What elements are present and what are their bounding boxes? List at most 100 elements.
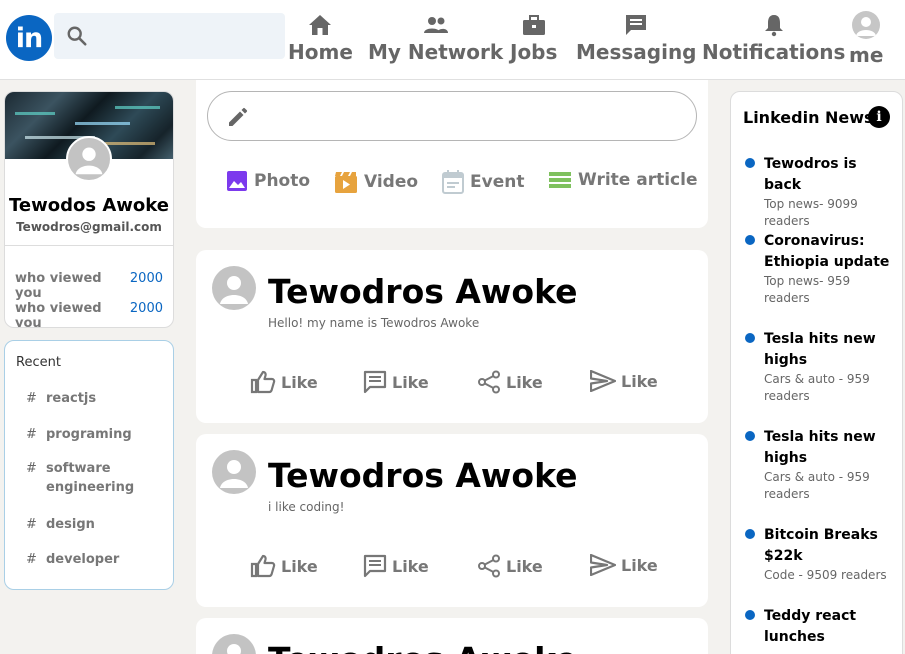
- profile-avatar[interactable]: [66, 136, 112, 182]
- event-icon: [442, 170, 464, 194]
- nav-home[interactable]: Home: [288, 12, 353, 66]
- share-icon: [478, 370, 500, 394]
- send-icon: [590, 370, 616, 392]
- stat-value: 2000: [129, 301, 163, 316]
- like-label: Like: [506, 372, 543, 392]
- recent-tag-item[interactable]: # software engineering: [26, 459, 136, 497]
- like-label: Like: [506, 556, 543, 576]
- recent-tag-item[interactable]: # design: [26, 515, 95, 534]
- nav-jobs-label: Jobs: [510, 40, 558, 64]
- post-author-name[interactable]: Tewodros Awoke: [268, 454, 578, 498]
- hash-icon: #: [26, 461, 37, 476]
- news-headline: Tesla hits new highs: [764, 429, 876, 466]
- post-avatar[interactable]: [212, 634, 256, 654]
- thumbs-up-icon: [250, 370, 276, 394]
- profile-name[interactable]: Tewodos Awoke: [5, 195, 173, 216]
- post-text: i like coding!: [268, 500, 345, 514]
- start-post-input[interactable]: [207, 91, 697, 141]
- bullet-icon: [745, 610, 755, 620]
- news-headline: Bitcoin Breaks $22k: [764, 527, 878, 564]
- news-item[interactable]: Tesla hits new highs Cars & auto - 959 r…: [745, 427, 895, 503]
- photo-button[interactable]: Photo: [226, 170, 310, 192]
- recent-title: Recent: [16, 355, 61, 370]
- person-icon: [220, 276, 248, 304]
- news-subtext: Code - 9509 readers: [764, 568, 887, 582]
- send-button[interactable]: Like: [590, 370, 658, 392]
- news-item[interactable]: Teddy react lunches: [745, 606, 895, 648]
- nav-messaging-label: Messaging: [576, 40, 697, 64]
- recent-tag-item[interactable]: # developer: [26, 550, 119, 569]
- news-subtext: Top news- 9099 readers: [764, 197, 858, 228]
- like-label: Like: [621, 371, 658, 391]
- nav-jobs[interactable]: Jobs: [510, 12, 557, 66]
- news-item[interactable]: Tewodros is back Top news- 9099 readers: [745, 154, 895, 230]
- briefcase-icon: [522, 15, 545, 35]
- profile-email: Tewodros@gmail.com: [16, 220, 162, 234]
- like-label: Like: [281, 556, 318, 576]
- hash-icon: #: [26, 391, 37, 406]
- share-button[interactable]: Like: [477, 370, 543, 394]
- event-button[interactable]: Event: [442, 170, 524, 194]
- hash-icon: #: [26, 552, 37, 567]
- recent-tag-label: design: [46, 517, 95, 532]
- person-icon: [220, 460, 248, 488]
- news-item[interactable]: Coronavirus: Ethiopia update Top news- 9…: [745, 231, 895, 307]
- profile-stat[interactable]: who viewed you 2000: [15, 271, 163, 301]
- like-label: Like: [392, 556, 429, 576]
- share-icon: [478, 554, 500, 578]
- news-subtext: Cars & auto - 959 readers: [764, 470, 870, 501]
- info-icon[interactable]: i: [868, 106, 890, 128]
- nav-my-network-label: My Network: [368, 40, 504, 64]
- linkedin-logo[interactable]: in: [6, 15, 52, 61]
- comment-button[interactable]: Like: [363, 370, 429, 394]
- pencil-icon: [229, 107, 248, 126]
- recent-tag-label: developer: [46, 552, 120, 567]
- nav-me[interactable]: me: [849, 11, 884, 69]
- recent-tag-item[interactable]: # reactjs: [26, 389, 96, 408]
- photo-label: Photo: [254, 171, 311, 191]
- recent-tag-label: software engineering: [46, 461, 135, 495]
- news-subtext: Cars & auto - 959 readers: [764, 372, 870, 403]
- video-button[interactable]: Video: [334, 170, 418, 194]
- comment-button[interactable]: Like: [363, 554, 429, 578]
- people-icon: [423, 17, 448, 33]
- share-button[interactable]: Like: [477, 554, 543, 578]
- news-headline: Tesla hits new highs: [764, 331, 876, 368]
- like-button[interactable]: Like: [250, 370, 318, 394]
- profile-card: Tewodos Awoke Tewodros@gmail.com who vie…: [4, 91, 174, 328]
- post-avatar[interactable]: [212, 450, 256, 494]
- bell-icon: [764, 15, 783, 37]
- nav-my-network[interactable]: My Network: [368, 12, 503, 66]
- news-headline: Teddy react lunches: [764, 608, 857, 645]
- video-icon: [335, 172, 357, 193]
- write-article-button[interactable]: Write article: [548, 170, 697, 190]
- profile-stat[interactable]: who viewed you 2000: [15, 301, 163, 327]
- recent-tag-label: programing: [46, 427, 132, 442]
- news-item[interactable]: Bitcoin Breaks $22k Code - 9509 readers: [745, 525, 895, 584]
- post-author-name[interactable]: Tewodros Awoke: [268, 270, 578, 314]
- message-icon: [626, 15, 647, 35]
- article-icon: [549, 172, 571, 188]
- news-title: Linkedin News: [743, 108, 874, 127]
- avatar-icon: [852, 11, 881, 39]
- stat-value: 2000: [129, 271, 163, 286]
- nav-notifications-label: Notifications: [702, 40, 846, 64]
- stat-label: who viewed you: [15, 271, 102, 301]
- send-button[interactable]: Like: [590, 554, 658, 576]
- top-navbar: in Home My Network Jobs Messaging Notifi…: [0, 0, 905, 80]
- post-author-name[interactable]: Tewodros Awoke: [268, 638, 578, 654]
- divider: [5, 245, 173, 246]
- nav-notifications[interactable]: Notifications: [702, 12, 845, 66]
- search-bar[interactable]: [54, 13, 285, 59]
- post-avatar[interactable]: [212, 266, 256, 310]
- news-item[interactable]: Tesla hits new highs Cars & auto - 959 r…: [745, 329, 895, 405]
- person-icon: [227, 644, 241, 654]
- thumbs-up-icon: [250, 554, 276, 578]
- nav-messaging[interactable]: Messaging: [576, 12, 697, 66]
- nav-me-label: me: [849, 43, 884, 67]
- like-button[interactable]: Like: [250, 554, 318, 578]
- bullet-icon: [745, 431, 755, 441]
- recent-tag-item[interactable]: # programing: [26, 425, 132, 444]
- news-headline: Coronavirus: Ethiopia update: [764, 233, 890, 270]
- linkedin-news-card: Linkedin News i Tewodros is back Top new…: [730, 91, 903, 654]
